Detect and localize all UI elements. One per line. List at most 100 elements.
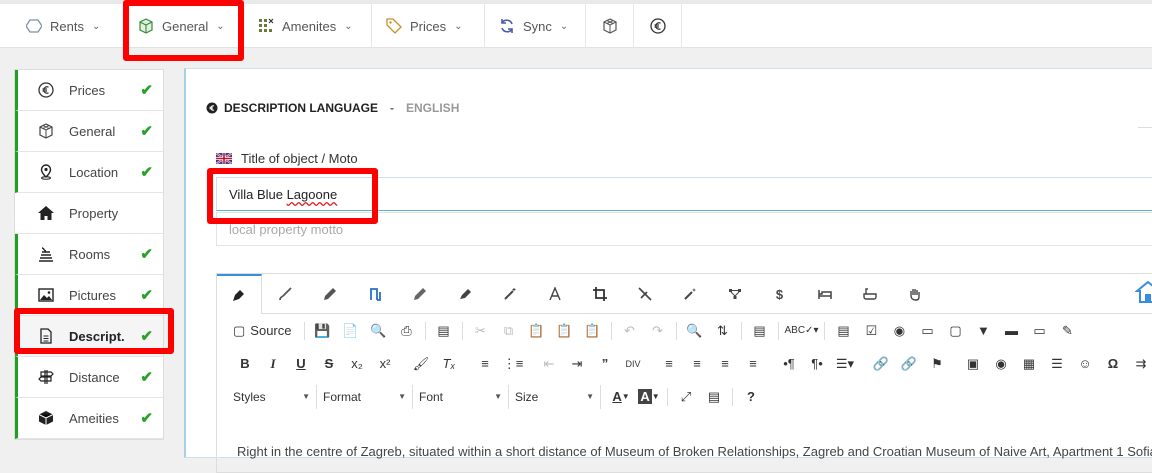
tab-prices[interactable]: Prices ⌄	[372, 4, 485, 48]
align-center-button[interactable]: ≡	[683, 352, 711, 376]
outdent-button[interactable]: ⇤	[535, 352, 563, 376]
tab-bath[interactable]	[847, 274, 892, 314]
remove-format-button[interactable]: Tₓ	[435, 352, 463, 376]
copy-button[interactable]: ⧉	[495, 319, 523, 343]
numbered-list-button[interactable]: ≡	[471, 352, 499, 376]
tab-sync[interactable]: Sync ⌄	[485, 4, 586, 48]
select-all-button[interactable]: ▤	[746, 319, 774, 343]
tab-font[interactable]	[532, 274, 577, 314]
subscript-button[interactable]: x₂	[343, 352, 371, 376]
radio-button[interactable]: ◉	[885, 319, 913, 343]
font-dropdown[interactable]: Font ▼	[413, 384, 509, 409]
print-button[interactable]: ⎙	[393, 319, 421, 343]
align-left-button[interactable]: ≡	[655, 352, 683, 376]
preview-button[interactable]: 🔍	[365, 319, 393, 343]
button-button[interactable]: ▬	[997, 319, 1025, 343]
text-color-button[interactable]: A ▼	[607, 385, 635, 409]
superscript-button[interactable]: x²	[371, 352, 399, 376]
tab-bed[interactable]	[802, 274, 847, 314]
form-button[interactable]: ▤	[829, 319, 857, 343]
copy-format-button[interactable]: 🖌	[407, 352, 435, 376]
flash-button[interactable]: ◉	[987, 352, 1015, 376]
find-button[interactable]: 🔍	[681, 319, 709, 343]
sidebar-item-distance[interactable]: Distance ✔	[15, 357, 163, 398]
sidebar-item-location[interactable]: Location ✔	[15, 152, 163, 193]
marker-icon	[459, 289, 471, 299]
link-button[interactable]: 🔗	[867, 352, 895, 376]
sidebar-item-general[interactable]: General ✔	[15, 111, 163, 152]
underline-button[interactable]: U	[287, 352, 315, 376]
bg-color-button[interactable]: A ▼	[635, 385, 663, 409]
tab-pencil[interactable]	[307, 274, 352, 314]
save-button[interactable]: 💾	[309, 319, 337, 343]
undo-button[interactable]: ↶	[616, 319, 644, 343]
tab-wand[interactable]	[667, 274, 712, 314]
redo-button[interactable]: ↷	[644, 319, 672, 343]
rtl-button[interactable]: ¶•	[803, 352, 831, 376]
image-button[interactable]: ▣	[959, 352, 987, 376]
bulleted-list-button[interactable]: ⋮≡	[499, 352, 527, 376]
textfield-button[interactable]: ▭	[913, 319, 941, 343]
italic-button[interactable]: I	[259, 352, 287, 376]
ltr-button[interactable]: •¶	[775, 352, 803, 376]
format-dropdown[interactable]: Format ▼	[317, 384, 413, 409]
select-button[interactable]: ▼	[969, 319, 997, 343]
home-icon[interactable]	[1135, 280, 1152, 304]
div-button[interactable]: DIV	[619, 352, 647, 376]
tab-magic[interactable]	[487, 274, 532, 314]
tab-hand[interactable]	[892, 274, 937, 314]
pagebreak-button[interactable]: ⇉	[1127, 352, 1152, 376]
bold-button[interactable]: B	[231, 352, 259, 376]
tab-cube[interactable]	[586, 4, 634, 48]
paste-word-button[interactable]: 📋	[579, 319, 607, 343]
paste-button[interactable]: 📋	[523, 319, 551, 343]
tab-slash[interactable]	[622, 274, 667, 314]
tab-crop[interactable]	[577, 274, 622, 314]
tab-rents[interactable]: Rents ⌄	[0, 4, 124, 48]
tab-nodes[interactable]	[712, 274, 757, 314]
special-char-button[interactable]: Ω	[1099, 352, 1127, 376]
help-button[interactable]: ?	[737, 385, 765, 409]
font-label: Font	[419, 389, 444, 404]
paste-text-button[interactable]: 📋	[551, 319, 579, 343]
checkbox-button[interactable]: ☑	[857, 319, 885, 343]
maximize-button[interactable]: ⤢	[672, 385, 700, 409]
smiley-button[interactable]: ☺	[1071, 352, 1099, 376]
tab-brush[interactable]	[262, 274, 307, 314]
show-blocks-button[interactable]: ▤	[700, 385, 728, 409]
tab-dollar[interactable]: $	[757, 274, 802, 314]
sidebar-item-prices[interactable]: Prices ✔	[15, 70, 163, 111]
textarea-button[interactable]: ▢	[941, 319, 969, 343]
tab-euro[interactable]	[634, 4, 682, 48]
sidebar-item-rooms[interactable]: Rooms ✔	[15, 234, 163, 275]
editor-body-text[interactable]: Right in the centre of Zagreb, situated …	[217, 444, 1152, 464]
tab-pencil-2[interactable]	[397, 274, 442, 314]
spellcheck-button[interactable]: ABC✓▾	[783, 319, 821, 343]
editor-toolbar-row-1: ▢ Source 💾 📄 🔍 ⎙ ▤ ✂ ⧉ 📋 📋 📋 ↶ ↷ 🔍 ⇅ ▤ A…	[217, 314, 1152, 347]
new-page-button[interactable]: 📄	[337, 319, 365, 343]
styles-dropdown[interactable]: Styles ▼	[227, 384, 317, 409]
justify-button[interactable]: ≡	[739, 352, 767, 376]
templates-button[interactable]: ▤	[430, 319, 458, 343]
sidebar-item-property[interactable]: Property	[15, 193, 163, 234]
strike-button[interactable]: S	[315, 352, 343, 376]
anchor-button[interactable]: ⚑	[923, 352, 951, 376]
blockquote-button[interactable]: ”	[591, 352, 619, 376]
cut-button[interactable]: ✂	[467, 319, 495, 343]
hr-button[interactable]: ☰	[1043, 352, 1071, 376]
tab-marker[interactable]	[442, 274, 487, 314]
tab-amenites[interactable]: Amenites ⌄	[244, 4, 372, 48]
language-button[interactable]: ☰▾	[831, 352, 859, 376]
replace-button[interactable]: ⇅	[709, 319, 737, 343]
tab-pen[interactable]	[217, 274, 262, 314]
imagebutton-button[interactable]: ▭	[1025, 319, 1053, 343]
sidebar-item-ameities[interactable]: Ameities ✔	[15, 398, 163, 439]
tab-door[interactable]	[352, 274, 397, 314]
source-button[interactable]: ▢ Source	[231, 319, 300, 343]
unlink-button[interactable]: 🔗	[895, 352, 923, 376]
indent-button[interactable]: ⇥	[563, 352, 591, 376]
align-right-button[interactable]: ≡	[711, 352, 739, 376]
table-button[interactable]: ▦	[1015, 352, 1043, 376]
size-dropdown[interactable]: Size ▼	[509, 384, 601, 409]
hiddenfield-button[interactable]: ✎	[1053, 319, 1081, 343]
